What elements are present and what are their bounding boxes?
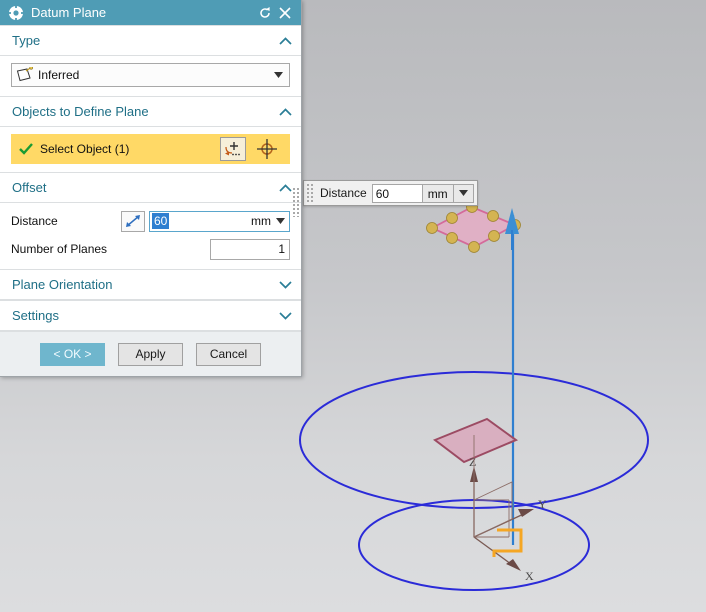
plane-handle — [488, 230, 500, 242]
distance-row: Distance 60 mm — [11, 210, 290, 232]
dialog-footer: < OK > Apply Cancel — [0, 331, 301, 376]
distance-value: 60 — [152, 213, 170, 229]
section-header-offset[interactable]: Offset — [0, 172, 301, 203]
crosshair-target-icon[interactable] — [250, 137, 284, 161]
section-title-objects: Objects to Define Plane — [12, 104, 149, 119]
apply-button[interactable]: Apply — [118, 342, 183, 366]
floating-unit-dropdown-button[interactable] — [453, 183, 474, 203]
section-header-objects[interactable]: Objects to Define Plane — [0, 96, 301, 127]
floating-distance-input[interactable]: Distance 60 mm — [303, 180, 478, 206]
dialog-title: Datum Plane — [31, 5, 107, 20]
x-axis-arrowhead — [506, 559, 521, 571]
x-axis-label: X — [525, 569, 534, 583]
chevron-down-icon[interactable] — [273, 218, 288, 224]
chevron-down-icon[interactable] — [270, 72, 287, 78]
section-title-type: Type — [12, 33, 41, 48]
number-of-planes-label: Number of Planes — [11, 242, 108, 256]
section-title-offset: Offset — [12, 180, 47, 195]
select-plus-icon[interactable] — [220, 137, 246, 161]
section-body-type: Inferred — [0, 56, 301, 96]
gear-icon — [8, 4, 24, 21]
ok-button[interactable]: < OK > — [40, 342, 105, 366]
drag-grip-icon[interactable] — [306, 183, 315, 203]
select-object-row[interactable]: Select Object (1) — [11, 134, 290, 164]
green-check-icon — [15, 143, 37, 155]
number-of-planes-row: Number of Planes 1 — [11, 238, 290, 260]
section-title-plane-orientation: Plane Orientation — [12, 277, 113, 292]
section-body-offset: Distance 60 mm Number of Planes 1 — [0, 203, 301, 269]
inferred-plane-icon — [16, 67, 33, 82]
type-combobox-value: Inferred — [38, 68, 80, 82]
plane-handle — [468, 241, 480, 253]
z-axis-label: Z — [469, 455, 476, 469]
reset-icon[interactable] — [255, 3, 275, 23]
type-combobox[interactable]: Inferred — [11, 63, 290, 87]
plane-handle — [426, 222, 438, 234]
chevron-down-icon[interactable] — [279, 311, 292, 320]
floating-distance-label: Distance — [320, 186, 367, 200]
select-plus-glyph — [225, 142, 240, 156]
dialog-resize-grip[interactable] — [292, 187, 299, 217]
y-axis-label: Y — [538, 497, 547, 511]
number-of-planes-input[interactable]: 1 — [210, 238, 290, 260]
dialog-body: Type Inferred Objects to Define Plane Se… — [0, 25, 301, 376]
floating-distance-unit[interactable]: mm — [421, 183, 454, 203]
plane-handle — [446, 232, 458, 244]
plane-handle — [487, 210, 499, 222]
chevron-up-icon[interactable] — [279, 36, 292, 45]
chevron-up-icon[interactable] — [279, 107, 292, 116]
chevron-up-icon[interactable] — [279, 183, 292, 192]
sketch-profile — [492, 528, 523, 557]
section-title-settings: Settings — [12, 308, 59, 323]
reverse-direction-icon[interactable] — [121, 210, 145, 232]
floating-distance-value[interactable]: 60 — [371, 183, 422, 203]
datum-plane-preview[interactable] — [429, 206, 518, 249]
plane-handle — [446, 212, 458, 224]
close-icon[interactable] — [275, 3, 295, 23]
distance-input[interactable]: 60 mm — [149, 210, 290, 232]
crosshair-glyph — [257, 139, 277, 159]
reset-glyph — [260, 6, 270, 18]
reverse-direction-glyph — [126, 215, 140, 227]
section-header-settings[interactable]: Settings — [0, 300, 301, 331]
dialog-titlebar[interactable]: Datum Plane — [0, 0, 301, 25]
section-header-type[interactable]: Type — [0, 25, 301, 56]
section-header-plane-orientation[interactable]: Plane Orientation — [0, 269, 301, 300]
datum-plane-dialog[interactable]: Datum Plane Type Inferred Objects to Def… — [0, 0, 302, 377]
close-glyph — [279, 6, 291, 19]
section-body-objects: Select Object (1) — [0, 127, 301, 172]
cancel-button[interactable]: Cancel — [196, 342, 261, 366]
chevron-down-icon[interactable] — [279, 280, 292, 289]
chevron-down-icon — [458, 190, 468, 196]
select-object-label: Select Object (1) — [40, 142, 130, 156]
distance-label: Distance — [11, 214, 58, 228]
